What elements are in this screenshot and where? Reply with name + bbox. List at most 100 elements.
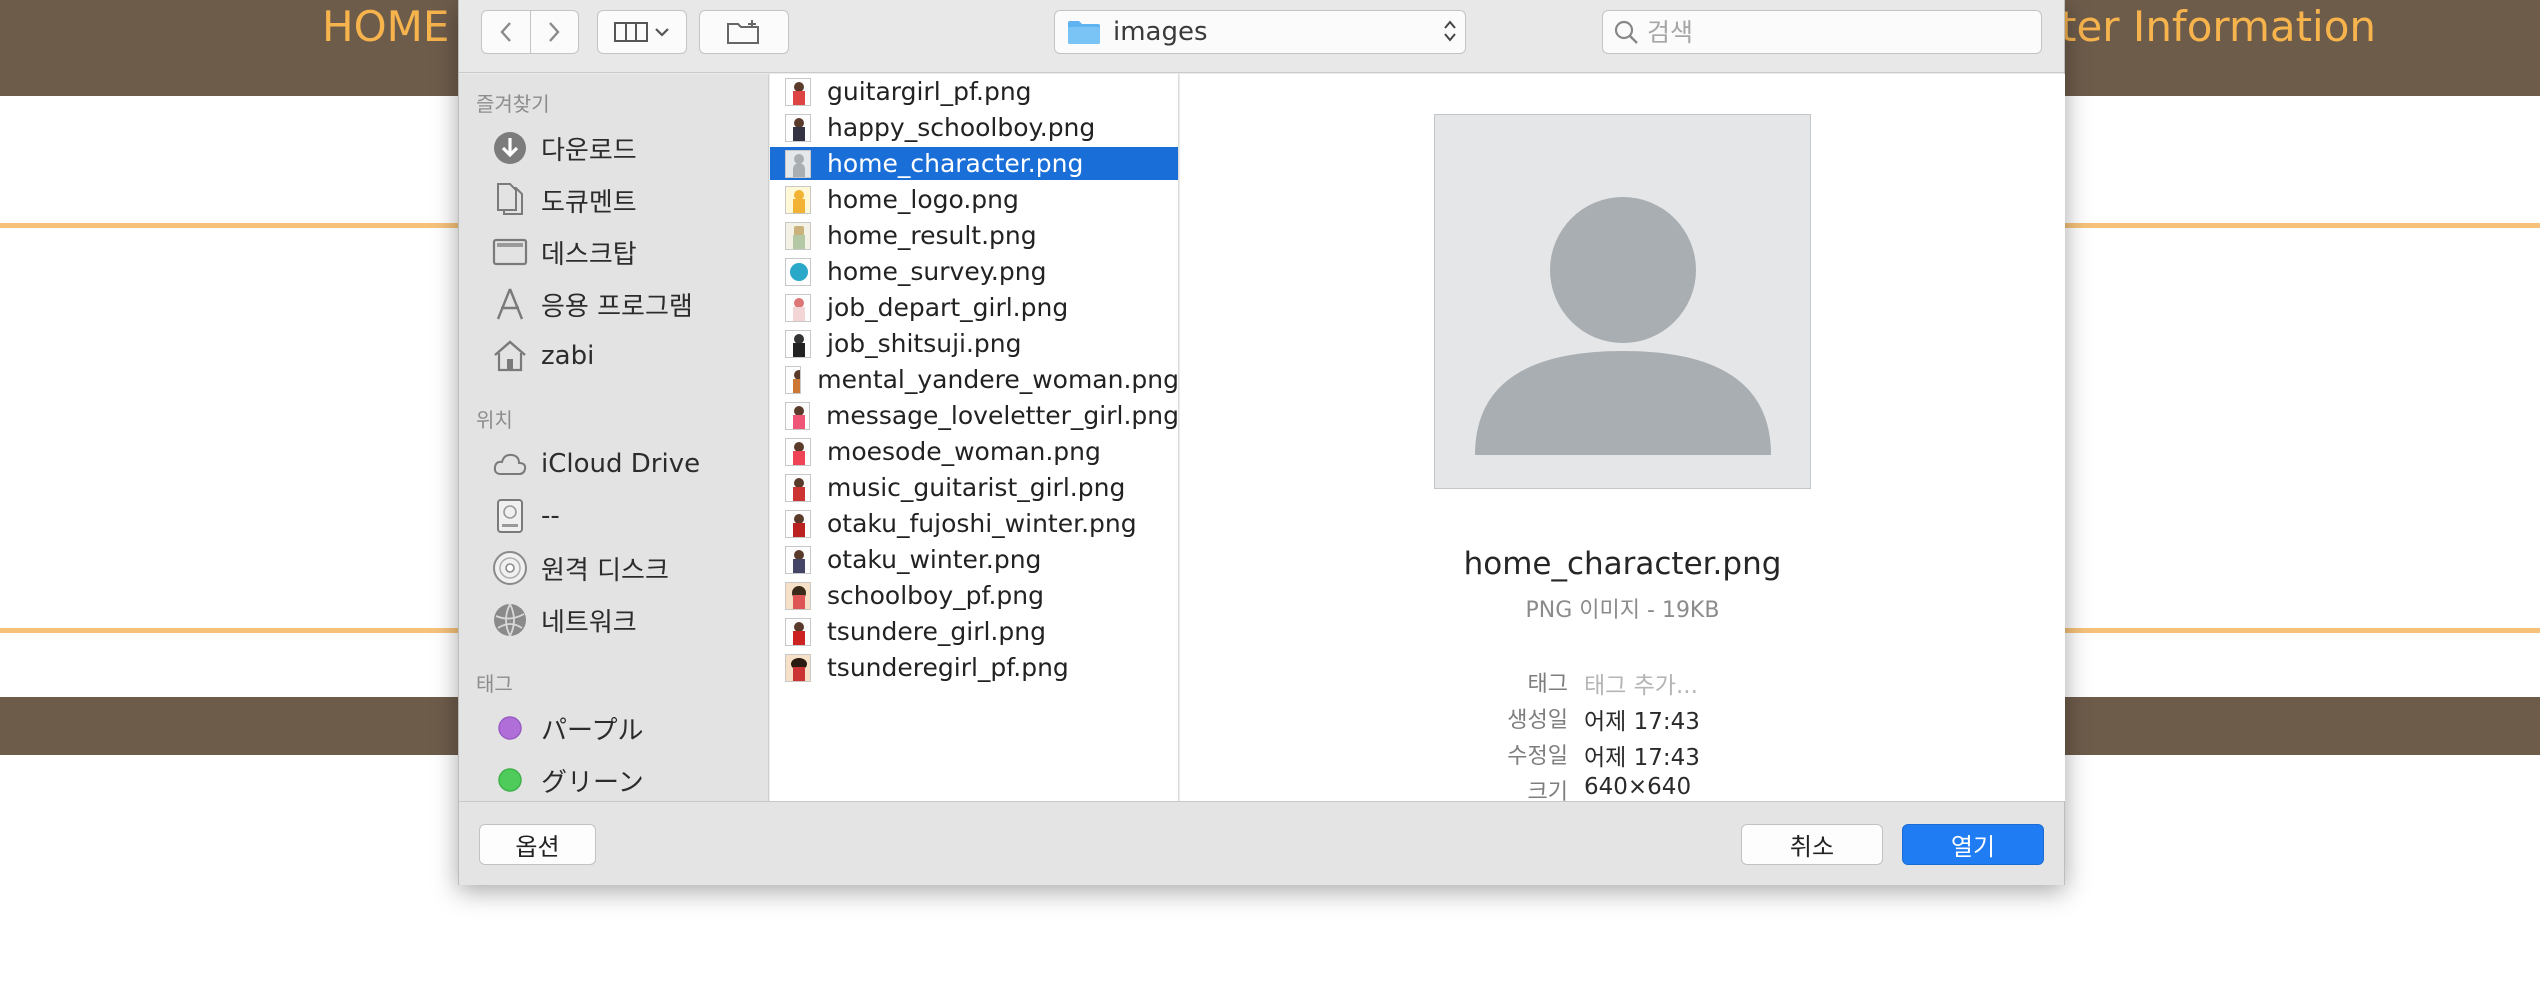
file-name: moesode_woman.png (827, 437, 1101, 466)
sidebar-item-applications[interactable]: 응용 프로그램 (491, 282, 693, 326)
file-row[interactable]: job_depart_girl.png (770, 291, 1178, 324)
sidebar-item-network[interactable]: 네트워크 (491, 598, 637, 642)
remote-disc-icon (491, 549, 529, 587)
favorites-header: 즐겨찾기 (476, 92, 550, 116)
preview-file-kind: PNG 이미지 - 19KB (1525, 598, 1720, 623)
applications-icon (491, 285, 529, 323)
search-field[interactable] (1602, 10, 2042, 54)
file-name: tsundere_girl.png (827, 617, 1046, 646)
file-row[interactable]: tsundere_girl.png (770, 615, 1178, 648)
person-placeholder-icon (1475, 197, 1771, 455)
cancel-button[interactable]: 취소 (1741, 824, 1883, 865)
file-thumbnail (785, 545, 811, 574)
file-thumbnail (785, 401, 811, 430)
file-name: music_guitarist_girl.png (827, 473, 1126, 502)
file-row[interactable]: tsunderegirl_pf.png (770, 651, 1178, 684)
sidebar-item-label: zabi (541, 341, 595, 371)
file-row[interactable]: otaku_winter.png (770, 543, 1178, 576)
sidebar-item-documents[interactable]: 도큐멘트 (491, 178, 637, 222)
sidebar-tag-purple[interactable]: パープル (491, 706, 643, 750)
file-name: home_result.png (827, 221, 1037, 250)
forward-button[interactable] (529, 11, 579, 53)
sidebar-item-icloud-drive[interactable]: iCloud Drive (491, 442, 700, 486)
nav-character-information-link[interactable]: ter Information (2060, 2, 2376, 51)
sidebar-item-remote-disc[interactable]: 원격 디스크 (491, 546, 669, 590)
file-row[interactable]: moesode_woman.png (770, 435, 1178, 468)
view-mode-button[interactable] (597, 10, 687, 54)
file-list: guitargirl_pf.png happy_schoolboy.png ho… (770, 74, 1179, 801)
file-row[interactable]: home_survey.png (770, 255, 1178, 288)
sidebar-item-home[interactable]: zabi (491, 334, 594, 378)
new-folder-button[interactable] (699, 10, 789, 54)
file-thumbnail (785, 617, 811, 646)
file-name: otaku_winter.png (827, 545, 1042, 574)
location-popup[interactable]: images (1054, 10, 1466, 54)
file-row[interactable]: message_loveletter_girl.png (770, 399, 1179, 432)
preview-image (1434, 114, 1811, 489)
disk-icon (491, 497, 529, 535)
meta-label-modified: 수정일 (1507, 744, 1568, 769)
desktop-icon (491, 233, 529, 271)
up-down-chevron-icon (1435, 18, 1465, 46)
document-icon (491, 181, 529, 219)
sidebar-item-disk[interactable]: -- (491, 494, 560, 538)
sidebar-item-desktop[interactable]: 데스크탑 (491, 230, 637, 274)
sidebar-item-label: 응용 프로그램 (541, 291, 693, 322)
locations-header: 위치 (476, 408, 513, 432)
file-thumbnail (785, 293, 811, 322)
file-row[interactable]: otaku_fujoshi_winter.png (770, 507, 1178, 540)
tags-header: 태그 (476, 672, 513, 696)
file-name: job_depart_girl.png (827, 293, 1069, 322)
file-row[interactable]: home_result.png (770, 219, 1178, 252)
nav-home-link[interactable]: HOME (322, 2, 449, 51)
file-row[interactable]: guitargirl_pf.png (770, 75, 1178, 108)
file-row[interactable]: music_guitarist_girl.png (770, 471, 1178, 504)
file-row-selected[interactable]: home_character.png (770, 147, 1178, 180)
options-button[interactable]: 옵션 (479, 824, 596, 865)
file-thumbnail (785, 149, 811, 178)
sidebar-item-label: パープル (541, 715, 644, 746)
sidebar-item-label: iCloud Drive (541, 449, 701, 479)
sidebar-item-label: 네트워크 (541, 607, 637, 638)
location-name: images (1113, 17, 1208, 47)
file-thumbnail (785, 113, 811, 142)
file-name: job_shitsuji.png (827, 329, 1022, 358)
navigation-buttons (481, 10, 579, 54)
meta-label-created: 생성일 (1507, 708, 1568, 733)
file-name: tsunderegirl_pf.png (827, 653, 1069, 682)
add-tags-field[interactable]: 태그 추가... (1584, 666, 1698, 700)
cloud-icon (491, 445, 529, 483)
file-row[interactable]: job_shitsuji.png (770, 327, 1178, 360)
file-row[interactable]: mental_yandere_woman.png (770, 363, 1179, 396)
chevron-right-icon (549, 22, 560, 42)
sidebar-item-label: 도큐멘트 (541, 187, 637, 218)
meta-value-dimensions: 640×640 (1584, 774, 1692, 800)
open-file-dialog: images 즐겨찾기 다운로드 도큐멘트 (458, 0, 2065, 885)
file-thumbnail (785, 365, 802, 394)
file-name: message_loveletter_girl.png (826, 401, 1179, 430)
file-name: schoolboy_pf.png (827, 581, 1044, 610)
file-name: happy_schoolboy.png (827, 113, 1096, 142)
sidebar-item-label: 데스크탑 (541, 239, 637, 270)
file-thumbnail (785, 437, 811, 466)
file-name: mental_yandere_woman.png (817, 365, 1179, 394)
file-row[interactable]: schoolboy_pf.png (770, 579, 1178, 612)
file-thumbnail (785, 185, 811, 214)
open-button[interactable]: 열기 (1902, 824, 2044, 865)
download-icon (491, 129, 529, 167)
file-name: home_character.png (827, 149, 1084, 178)
network-icon (491, 601, 529, 639)
file-row[interactable]: home_logo.png (770, 183, 1178, 216)
back-button[interactable] (482, 11, 530, 53)
file-row[interactable]: happy_schoolboy.png (770, 111, 1178, 144)
sidebar-item-label: -- (541, 501, 560, 531)
folder-icon (1068, 21, 1100, 44)
dialog-footer: 옵션 취소 열기 (459, 801, 2064, 885)
sidebar-item-label: グリーン (541, 767, 644, 798)
file-thumbnail (785, 581, 811, 610)
search-input[interactable] (1647, 17, 2027, 47)
meta-value-modified: 어제 17:43 (1584, 745, 1700, 771)
sidebar-item-downloads[interactable]: 다운로드 (491, 126, 637, 170)
file-name: otaku_fujoshi_winter.png (827, 509, 1137, 538)
sidebar-tag-green[interactable]: グリーン (491, 758, 644, 801)
